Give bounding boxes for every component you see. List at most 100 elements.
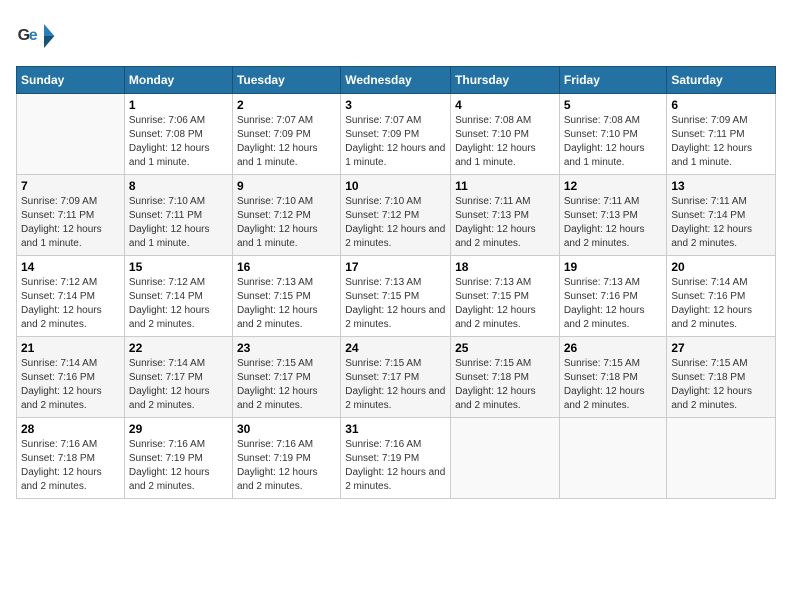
sunset-text: Sunset: 7:18 PM — [455, 372, 529, 383]
sunrise-text: Sunrise: 7:08 AM — [455, 115, 531, 126]
calendar-day-cell: 27 Sunrise: 7:15 AM Sunset: 7:18 PM Dayl… — [667, 337, 776, 418]
day-number: 2 — [237, 98, 336, 112]
day-number: 23 — [237, 341, 336, 355]
calendar-day-cell: 22 Sunrise: 7:14 AM Sunset: 7:17 PM Dayl… — [124, 337, 232, 418]
day-number: 29 — [129, 422, 228, 436]
daylight-text: Daylight: 12 hours and 1 minute. — [455, 143, 536, 168]
sunrise-text: Sunrise: 7:14 AM — [671, 277, 747, 288]
daylight-text: Daylight: 12 hours and 1 minute. — [345, 143, 445, 168]
day-number: 3 — [345, 98, 446, 112]
day-info: Sunrise: 7:06 AM Sunset: 7:08 PM Dayligh… — [129, 114, 228, 170]
sunrise-text: Sunrise: 7:13 AM — [345, 277, 421, 288]
daylight-text: Daylight: 12 hours and 2 minutes. — [237, 467, 318, 492]
daylight-text: Daylight: 12 hours and 2 minutes. — [237, 305, 318, 330]
day-info: Sunrise: 7:11 AM Sunset: 7:13 PM Dayligh… — [455, 195, 555, 251]
day-info: Sunrise: 7:07 AM Sunset: 7:09 PM Dayligh… — [237, 114, 336, 170]
column-header-monday: Monday — [124, 67, 232, 94]
day-info: Sunrise: 7:11 AM Sunset: 7:13 PM Dayligh… — [564, 195, 663, 251]
daylight-text: Daylight: 12 hours and 2 minutes. — [129, 305, 210, 330]
day-number: 13 — [671, 179, 771, 193]
daylight-text: Daylight: 12 hours and 2 minutes. — [21, 305, 102, 330]
sunset-text: Sunset: 7:14 PM — [129, 291, 203, 302]
column-header-thursday: Thursday — [451, 67, 560, 94]
sunset-text: Sunset: 7:16 PM — [21, 372, 95, 383]
calendar-day-cell: 7 Sunrise: 7:09 AM Sunset: 7:11 PM Dayli… — [17, 175, 125, 256]
sunrise-text: Sunrise: 7:12 AM — [129, 277, 205, 288]
calendar-day-cell — [17, 94, 125, 175]
daylight-text: Daylight: 12 hours and 2 minutes. — [564, 224, 645, 249]
daylight-text: Daylight: 12 hours and 2 minutes. — [345, 224, 445, 249]
sunset-text: Sunset: 7:12 PM — [345, 210, 419, 221]
calendar-day-cell: 15 Sunrise: 7:12 AM Sunset: 7:14 PM Dayl… — [124, 256, 232, 337]
calendar-day-cell: 20 Sunrise: 7:14 AM Sunset: 7:16 PM Dayl… — [667, 256, 776, 337]
column-header-saturday: Saturday — [667, 67, 776, 94]
day-info: Sunrise: 7:13 AM Sunset: 7:15 PM Dayligh… — [455, 276, 555, 332]
calendar-day-cell: 11 Sunrise: 7:11 AM Sunset: 7:13 PM Dayl… — [451, 175, 560, 256]
calendar-day-cell: 9 Sunrise: 7:10 AM Sunset: 7:12 PM Dayli… — [232, 175, 340, 256]
calendar-table: SundayMondayTuesdayWednesdayThursdayFrid… — [16, 66, 776, 499]
daylight-text: Daylight: 12 hours and 2 minutes. — [671, 386, 752, 411]
day-info: Sunrise: 7:07 AM Sunset: 7:09 PM Dayligh… — [345, 114, 446, 170]
sunrise-text: Sunrise: 7:11 AM — [671, 196, 746, 207]
day-number: 8 — [129, 179, 228, 193]
day-info: Sunrise: 7:08 AM Sunset: 7:10 PM Dayligh… — [564, 114, 663, 170]
day-number: 6 — [671, 98, 771, 112]
page-header: G e — [16, 16, 776, 56]
day-info: Sunrise: 7:14 AM Sunset: 7:17 PM Dayligh… — [129, 357, 228, 413]
day-number: 16 — [237, 260, 336, 274]
daylight-text: Daylight: 12 hours and 2 minutes. — [345, 467, 445, 492]
day-info: Sunrise: 7:15 AM Sunset: 7:17 PM Dayligh… — [237, 357, 336, 413]
sunrise-text: Sunrise: 7:15 AM — [345, 358, 421, 369]
day-info: Sunrise: 7:11 AM Sunset: 7:14 PM Dayligh… — [671, 195, 771, 251]
calendar-day-cell: 26 Sunrise: 7:15 AM Sunset: 7:18 PM Dayl… — [559, 337, 667, 418]
sunset-text: Sunset: 7:11 PM — [21, 210, 94, 221]
day-number: 26 — [564, 341, 663, 355]
calendar-day-cell: 5 Sunrise: 7:08 AM Sunset: 7:10 PM Dayli… — [559, 94, 667, 175]
day-number: 25 — [455, 341, 555, 355]
calendar-day-cell: 1 Sunrise: 7:06 AM Sunset: 7:08 PM Dayli… — [124, 94, 232, 175]
calendar-day-cell — [451, 418, 560, 499]
day-info: Sunrise: 7:09 AM Sunset: 7:11 PM Dayligh… — [21, 195, 120, 251]
day-number: 12 — [564, 179, 663, 193]
calendar-day-cell: 16 Sunrise: 7:13 AM Sunset: 7:15 PM Dayl… — [232, 256, 340, 337]
daylight-text: Daylight: 12 hours and 2 minutes. — [564, 386, 645, 411]
sunrise-text: Sunrise: 7:07 AM — [345, 115, 421, 126]
sunset-text: Sunset: 7:18 PM — [671, 372, 745, 383]
calendar-day-cell: 21 Sunrise: 7:14 AM Sunset: 7:16 PM Dayl… — [17, 337, 125, 418]
sunrise-text: Sunrise: 7:16 AM — [345, 439, 421, 450]
sunrise-text: Sunrise: 7:15 AM — [455, 358, 531, 369]
calendar-day-cell: 30 Sunrise: 7:16 AM Sunset: 7:19 PM Dayl… — [232, 418, 340, 499]
day-number: 24 — [345, 341, 446, 355]
daylight-text: Daylight: 12 hours and 2 minutes. — [21, 467, 102, 492]
calendar-day-cell: 19 Sunrise: 7:13 AM Sunset: 7:16 PM Dayl… — [559, 256, 667, 337]
calendar-day-cell: 14 Sunrise: 7:12 AM Sunset: 7:14 PM Dayl… — [17, 256, 125, 337]
day-number: 20 — [671, 260, 771, 274]
sunset-text: Sunset: 7:08 PM — [129, 129, 203, 140]
day-info: Sunrise: 7:13 AM Sunset: 7:16 PM Dayligh… — [564, 276, 663, 332]
daylight-text: Daylight: 12 hours and 2 minutes. — [671, 305, 752, 330]
sunrise-text: Sunrise: 7:10 AM — [129, 196, 205, 207]
sunset-text: Sunset: 7:18 PM — [564, 372, 638, 383]
day-info: Sunrise: 7:10 AM Sunset: 7:12 PM Dayligh… — [345, 195, 446, 251]
calendar-week-row: 14 Sunrise: 7:12 AM Sunset: 7:14 PM Dayl… — [17, 256, 776, 337]
sunrise-text: Sunrise: 7:15 AM — [564, 358, 640, 369]
sunrise-text: Sunrise: 7:11 AM — [455, 196, 530, 207]
calendar-day-cell: 3 Sunrise: 7:07 AM Sunset: 7:09 PM Dayli… — [341, 94, 451, 175]
daylight-text: Daylight: 12 hours and 2 minutes. — [345, 386, 445, 411]
calendar-day-cell: 10 Sunrise: 7:10 AM Sunset: 7:12 PM Dayl… — [341, 175, 451, 256]
sunrise-text: Sunrise: 7:08 AM — [564, 115, 640, 126]
sunset-text: Sunset: 7:09 PM — [345, 129, 419, 140]
svg-text:e: e — [29, 27, 38, 44]
calendar-day-cell: 6 Sunrise: 7:09 AM Sunset: 7:11 PM Dayli… — [667, 94, 776, 175]
day-number: 4 — [455, 98, 555, 112]
day-number: 7 — [21, 179, 120, 193]
daylight-text: Daylight: 12 hours and 2 minutes. — [129, 386, 210, 411]
sunset-text: Sunset: 7:14 PM — [671, 210, 745, 221]
sunset-text: Sunset: 7:16 PM — [671, 291, 745, 302]
day-number: 31 — [345, 422, 446, 436]
sunrise-text: Sunrise: 7:13 AM — [455, 277, 531, 288]
day-number: 11 — [455, 179, 555, 193]
day-number: 18 — [455, 260, 555, 274]
sunset-text: Sunset: 7:10 PM — [564, 129, 638, 140]
daylight-text: Daylight: 12 hours and 1 minute. — [129, 143, 210, 168]
